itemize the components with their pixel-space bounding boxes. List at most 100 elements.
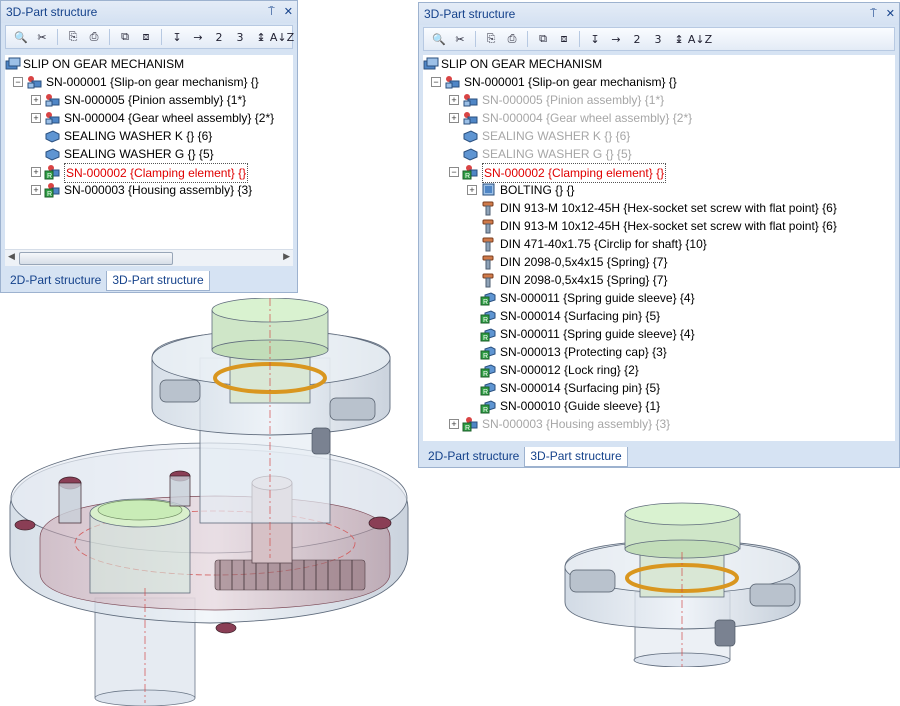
- paste-icon[interactable]: ⎙: [503, 30, 521, 48]
- tree-item-label: SEALING WASHER G {} {5}: [64, 147, 214, 161]
- tab-3d-part-structure[interactable]: 3D-Part structure: [106, 271, 210, 291]
- tree-row[interactable]: DIN 913-M 10x12-45H {Hex-socket set scre…: [423, 199, 895, 217]
- tree-row[interactable]: SEALING WASHER K {} {6}: [423, 127, 895, 145]
- collapse-icon[interactable]: −: [431, 77, 441, 87]
- tree-row[interactable]: + R SN-000002 {Clamping element} {}: [5, 163, 293, 183]
- expand-icon[interactable]: +: [449, 113, 459, 123]
- level3-icon[interactable]: 3: [649, 30, 667, 48]
- referenced-part-icon: R: [480, 362, 496, 378]
- clamping-element-3d-view[interactable]: [560, 492, 810, 667]
- tree-row[interactable]: SEALING WASHER G {} {5}: [5, 145, 293, 163]
- tree-row[interactable]: R SN-000011 {Spring guide sleeve} {4}: [423, 325, 895, 343]
- tree-row[interactable]: − R SN-000002 {Clamping element} {}: [423, 163, 895, 183]
- expand-icon[interactable]: +: [449, 419, 459, 429]
- tree-item-label: SN-000001 {Slip-on gear mechanism} {}: [464, 75, 677, 89]
- tree-row[interactable]: DIN 2098-0,5x4x15 {Spring} {7}: [423, 271, 895, 289]
- pin-icon[interactable]: ⍑: [268, 6, 275, 18]
- scroll-right-arrow[interactable]: ▶: [283, 251, 290, 262]
- close-icon[interactable]: ✕: [886, 8, 895, 20]
- referenced-part-icon: R: [480, 290, 496, 306]
- sort-az-icon[interactable]: A↓Z: [688, 30, 712, 48]
- tree-row[interactable]: + BOLTING {} {}: [423, 181, 895, 199]
- horizontal-scrollbar[interactable]: ◀ ▶: [5, 249, 293, 266]
- zoom-icon[interactable]: 🔍: [430, 30, 448, 48]
- cut-icon[interactable]: ✂: [451, 30, 469, 48]
- replace-icon[interactable]: ⧈: [555, 30, 573, 48]
- tree-item-label: DIN 913-M 10x12-45H {Hex-socket set scre…: [500, 201, 837, 215]
- left-toolbar: 🔍 ✂ ⎘ ⎙ ⧉ ⧈ ↧ → 2 3 ↨ A↓Z: [5, 25, 294, 49]
- tree-row[interactable]: DIN 913-M 10x12-45H {Hex-socket set scre…: [423, 217, 895, 235]
- collapse-icon[interactable]: −: [449, 167, 459, 177]
- right-toolbar: 🔍 ✂ ⎘ ⎙ ⧉ ⧈ ↧ → 2 3 ↨ A↓Z: [423, 27, 895, 51]
- tree-row[interactable]: + SN-000004 {Gear wheel assembly} {2*}: [5, 109, 293, 127]
- move-up-icon[interactable]: ↧: [168, 28, 186, 46]
- close-icon[interactable]: ✕: [284, 6, 293, 18]
- tab-3d-part-structure[interactable]: 3D-Part structure: [524, 447, 628, 467]
- paste-icon[interactable]: ⎙: [85, 28, 103, 46]
- cut-icon[interactable]: ✂: [33, 28, 51, 46]
- insert-icon[interactable]: ⧉: [116, 28, 134, 46]
- tree-row[interactable]: SEALING WASHER G {} {5}: [423, 145, 895, 163]
- right-tree-view[interactable]: SLIP ON GEAR MECHANISM − SN-000001 {Slip-o…: [423, 55, 895, 441]
- sort-icon[interactable]: ↨: [252, 28, 270, 46]
- tab-2d-part-structure[interactable]: 2D-Part structure: [423, 447, 524, 466]
- tree-row[interactable]: + R SN-000003 {Housing assembly} {3}: [5, 181, 293, 199]
- tree-row[interactable]: R SN-000013 {Protecting cap} {3}: [423, 343, 895, 361]
- tree-item-label: SN-000014 {Surfacing pin} {5}: [500, 309, 661, 323]
- level1-icon[interactable]: →: [607, 30, 625, 48]
- level1-icon[interactable]: →: [189, 28, 207, 46]
- tree-row[interactable]: DIN 2098-0,5x4x15 {Spring} {7}: [423, 253, 895, 271]
- replace-icon[interactable]: ⧈: [137, 28, 155, 46]
- tree-item-label: SN-000011 {Spring guide sleeve} {4}: [500, 291, 695, 305]
- copy-icon[interactable]: ⎘: [482, 30, 500, 48]
- move-up-icon[interactable]: ↧: [586, 30, 604, 48]
- tree-item-label: SEALING WASHER K {} {6}: [64, 129, 213, 143]
- sort-icon[interactable]: ↨: [670, 30, 688, 48]
- tree-row[interactable]: R SN-000014 {Surfacing pin} {5}: [423, 307, 895, 325]
- expand-icon[interactable]: +: [31, 95, 41, 105]
- tree-item-label: SLIP ON GEAR MECHANISM: [23, 57, 185, 71]
- toolbar-separator: [579, 31, 580, 47]
- tree-row[interactable]: R SN-000011 {Spring guide sleeve} {4}: [423, 289, 895, 307]
- tree-row[interactable]: − SN-000001 {Slip-on gear mechanism} {}: [423, 73, 895, 91]
- tree-row[interactable]: SLIP ON GEAR MECHANISM: [423, 55, 895, 73]
- expand-icon[interactable]: +: [31, 185, 41, 195]
- zoom-icon[interactable]: 🔍: [12, 28, 30, 46]
- svg-text:R: R: [47, 173, 52, 180]
- tree-row[interactable]: R SN-000014 {Surfacing pin} {5}: [423, 379, 895, 397]
- expand-icon[interactable]: +: [467, 185, 477, 195]
- expand-icon[interactable]: +: [31, 167, 41, 177]
- expand-icon[interactable]: +: [449, 95, 459, 105]
- sort-az-icon[interactable]: A↓Z: [270, 28, 294, 46]
- tree-row[interactable]: R SN-000010 {Guide sleeve} {1}: [423, 397, 895, 415]
- tree-row[interactable]: + SN-000005 {Pinion assembly} {1*}: [423, 91, 895, 109]
- tree-item-label: SN-000004 {Gear wheel assembly} {2*}: [482, 111, 693, 125]
- tree-row[interactable]: DIN 471-40x1.75 {Circlip for shaft} {10}: [423, 235, 895, 253]
- tree-row[interactable]: − SN-000001 {Slip-on gear mechanism} {}: [5, 73, 293, 91]
- pin-icon[interactable]: ⍑: [870, 8, 877, 20]
- tab-2d-part-structure[interactable]: 2D-Part structure: [5, 271, 106, 290]
- level2-icon[interactable]: 2: [628, 30, 646, 48]
- tree-item-label: DIN 2098-0,5x4x15 {Spring} {7}: [500, 273, 668, 287]
- left-tree-view[interactable]: SLIP ON GEAR MECHANISM − SN-000001 {Slip-o…: [5, 55, 293, 249]
- scrollbar-thumb[interactable]: [19, 252, 173, 265]
- expand-icon[interactable]: +: [31, 113, 41, 123]
- collapse-icon[interactable]: −: [13, 77, 23, 87]
- copy-icon[interactable]: ⎘: [64, 28, 82, 46]
- referenced-assembly-icon: R: [44, 164, 60, 180]
- tree-row[interactable]: SLIP ON GEAR MECHANISM: [5, 55, 293, 73]
- tree-row[interactable]: + SN-000004 {Gear wheel assembly} {2*}: [423, 109, 895, 127]
- svg-text:R: R: [483, 407, 488, 414]
- level3-icon[interactable]: 3: [231, 28, 249, 46]
- scroll-left-arrow[interactable]: ◀: [8, 251, 15, 262]
- tree-row[interactable]: + R SN-000003 {Housing assembly} {3}: [423, 415, 895, 433]
- tree-row[interactable]: + SN-000005 {Pinion assembly} {1*}: [5, 91, 293, 109]
- gear-mechanism-3d-view[interactable]: [0, 298, 418, 706]
- screw-icon: [480, 236, 496, 252]
- tree-row[interactable]: R SN-000012 {Lock ring} {2}: [423, 361, 895, 379]
- level2-icon[interactable]: 2: [210, 28, 228, 46]
- svg-text:R: R: [483, 317, 488, 324]
- assembly-icon: [44, 110, 60, 126]
- insert-icon[interactable]: ⧉: [534, 30, 552, 48]
- tree-row[interactable]: SEALING WASHER K {} {6}: [5, 127, 293, 145]
